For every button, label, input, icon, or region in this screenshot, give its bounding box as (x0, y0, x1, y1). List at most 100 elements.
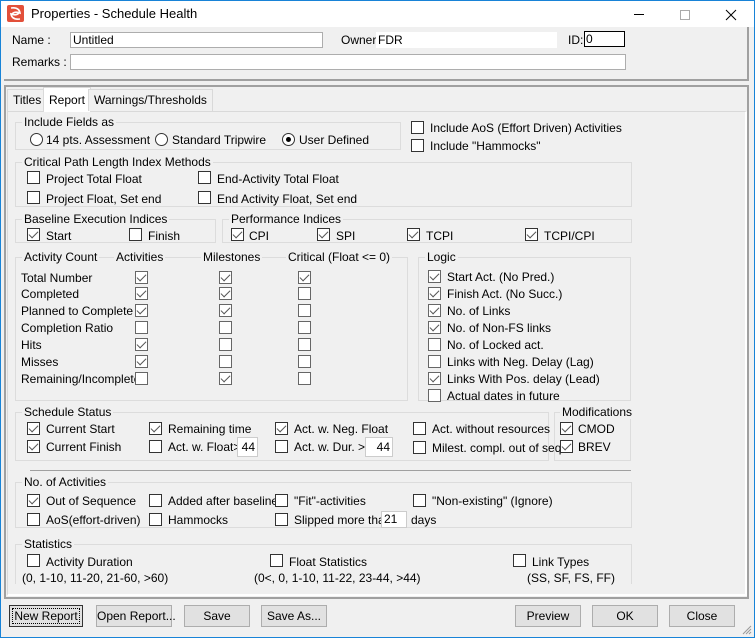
cb-activity-duration[interactable] (27, 554, 40, 567)
cb-tcpi[interactable] (407, 228, 420, 241)
slipped-days-input[interactable]: 21 (381, 511, 407, 528)
cb-milest-compl-out-of-seq[interactable] (413, 441, 426, 454)
activity-count-checkbox[interactable] (135, 271, 148, 284)
radio-user-defined[interactable] (282, 133, 295, 146)
logic-checkbox[interactable] (428, 338, 441, 351)
include-aos-checkbox[interactable] (411, 121, 424, 134)
label-tcpi-cpi: TCPI/CPI (544, 229, 595, 243)
activity-count-checkbox[interactable] (298, 287, 311, 300)
ok-button[interactable]: OK (592, 605, 658, 627)
close-button[interactable]: Close (669, 605, 735, 627)
cb-end-activity-total-float[interactable] (198, 171, 211, 184)
label-end-activity-total-float: End-Activity Total Float (217, 172, 339, 186)
cb-cmod[interactable] (560, 422, 573, 435)
activity-count-checkbox[interactable] (219, 304, 232, 317)
radio-standard-tripwire[interactable] (155, 133, 168, 146)
cb-tcpi-cpi[interactable] (525, 228, 538, 241)
cb-remaining-time[interactable] (149, 422, 162, 435)
close-window-button[interactable] (708, 1, 754, 27)
duration-threshold-input[interactable]: 44 (365, 437, 393, 457)
maximize-button[interactable] (662, 1, 708, 27)
cb-fit-activities[interactable] (275, 494, 288, 507)
activity-count-checkbox[interactable] (135, 304, 148, 317)
preview-button[interactable]: Preview (515, 605, 581, 627)
activity-count-checkbox[interactable] (219, 372, 232, 385)
tab-warnings-thresholds[interactable]: Warnings/Thresholds (88, 89, 213, 111)
activity-count-checkbox[interactable] (298, 372, 311, 385)
cb-end-activity-float-set-end[interactable] (198, 191, 211, 204)
remarks-input[interactable] (70, 54, 626, 70)
activity-count-checkbox[interactable] (298, 355, 311, 368)
activity-count-checkbox[interactable] (219, 321, 232, 334)
label-brev: BREV (578, 440, 611, 454)
open-report-button[interactable]: Open Report... (96, 605, 176, 627)
cb-act-w-dur[interactable] (275, 440, 288, 453)
name-input[interactable]: Untitled (70, 32, 323, 48)
statistics-title: Statistics (22, 537, 75, 551)
cb-act-w-neg-float[interactable] (275, 422, 288, 435)
logic-checkbox[interactable] (428, 321, 441, 334)
cb-brev[interactable] (560, 440, 573, 453)
float-statistics-ranges: (0<, 0, 1-10, 11-22, 23-44, >44) (254, 571, 421, 585)
cb-current-start[interactable] (27, 422, 40, 435)
logic-checkbox[interactable] (428, 389, 441, 402)
cb-act-w-float[interactable] (149, 440, 162, 453)
cb-out-of-sequence[interactable] (27, 494, 40, 507)
radio-standard-tripwire-label: Standard Tripwire (172, 133, 267, 147)
logic-checkbox[interactable] (428, 287, 441, 300)
cb-act-without-resources[interactable] (413, 422, 426, 435)
logic-checkbox[interactable] (428, 304, 441, 317)
activity-count-checkbox[interactable] (219, 355, 232, 368)
tab-titles[interactable]: Titles (7, 89, 48, 111)
activity-count-checkbox[interactable] (135, 372, 148, 385)
activity-count-checkbox[interactable] (135, 287, 148, 300)
resize-grip-icon[interactable] (742, 625, 752, 635)
cb-link-types[interactable] (513, 554, 526, 567)
owner-value: FDR (376, 32, 557, 48)
label-act-without-resources: Act. without resources (432, 422, 551, 436)
activity-count-checkbox[interactable] (219, 271, 232, 284)
activity-count-checkbox[interactable] (219, 287, 232, 300)
activity-count-checkbox[interactable] (298, 304, 311, 317)
cb-baseline-start[interactable] (27, 228, 40, 241)
owner-label: Owner: (341, 33, 380, 47)
cb-non-existing[interactable] (413, 494, 426, 507)
new-report-button[interactable]: New Report (9, 605, 83, 627)
activity-count-checkbox[interactable] (135, 355, 148, 368)
cb-current-finish[interactable] (27, 440, 40, 453)
logic-checkbox[interactable] (428, 270, 441, 283)
activity-count-row-label: Misses (21, 355, 59, 369)
cb-added-after-baseline[interactable] (149, 494, 162, 507)
save-button[interactable]: Save (184, 605, 250, 627)
cb-cpi[interactable] (231, 228, 244, 241)
save-as-button[interactable]: Save As... (261, 605, 327, 627)
activity-count-checkbox[interactable] (298, 338, 311, 351)
float-threshold-input[interactable]: 44 (237, 437, 258, 457)
logic-checkbox[interactable] (428, 355, 441, 368)
label-float-statistics: Float Statistics (289, 555, 368, 569)
cb-float-statistics[interactable] (270, 554, 283, 567)
label-remaining-time: Remaining time (168, 422, 252, 436)
logic-checkbox[interactable] (428, 372, 441, 385)
activity-count-checkbox[interactable] (298, 271, 311, 284)
cb-hammocks[interactable] (149, 513, 162, 526)
cb-spi[interactable] (317, 228, 330, 241)
activity-count-checkbox[interactable] (135, 338, 148, 351)
activity-count-checkbox[interactable] (219, 338, 232, 351)
cb-baseline-finish[interactable] (129, 228, 142, 241)
cb-project-float-set-end[interactable] (27, 191, 40, 204)
minimize-button[interactable] (616, 1, 662, 27)
label-milest-compl-out-of-seq: Milest. compl. out of seq. (432, 441, 565, 455)
cb-slipped-more-than[interactable] (275, 513, 288, 526)
cb-project-total-float[interactable] (27, 171, 40, 184)
cb-aos-effort-driven[interactable] (27, 513, 40, 526)
id-input[interactable]: 0 (584, 31, 625, 47)
include-hammocks-checkbox[interactable] (411, 139, 424, 152)
activity-count-checkbox[interactable] (135, 321, 148, 334)
radio-14pts[interactable] (30, 133, 43, 146)
label-current-start: Current Start (46, 422, 115, 436)
label-spi: SPI (336, 229, 356, 243)
tab-report[interactable]: Report (43, 87, 92, 112)
activity-count-checkbox[interactable] (298, 321, 311, 334)
maximize-icon (680, 9, 690, 20)
